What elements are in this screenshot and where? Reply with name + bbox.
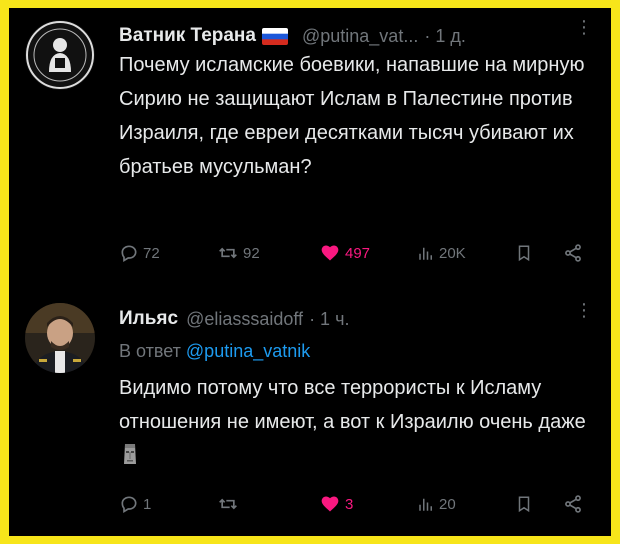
timestamp[interactable]: · 1 ч. <box>309 309 349 330</box>
retweet-count: 92 <box>243 244 260 262</box>
heart-icon <box>321 496 339 512</box>
author-name[interactable]: Ватник Терана <box>119 25 256 47</box>
tweet-header: Ильяс @eliasssaidoff · 1 ч. ⋮ <box>119 301 593 333</box>
moai-icon <box>121 442 139 466</box>
reply-button[interactable]: 1 <box>119 494 151 514</box>
retweet-button[interactable]: 92 <box>217 243 260 263</box>
more-options-icon[interactable]: ⋮ <box>575 301 593 319</box>
view-count: 20K <box>439 244 466 262</box>
share-button[interactable] <box>563 243 583 263</box>
reply-button[interactable]: 72 <box>119 243 160 263</box>
author-handle[interactable]: @eliasssaidoff <box>186 309 303 330</box>
bookmark-button[interactable] <box>515 243 533 263</box>
screenshot-frame: Ватник Терана @putina_vat... · 1 д. ⋮ По… <box>9 8 611 536</box>
reply-count: 1 <box>143 495 152 513</box>
views-chart-icon <box>419 247 432 260</box>
action-bar: 1 3 20 <box>119 489 593 519</box>
like-button[interactable]: 497 <box>319 243 370 263</box>
like-button[interactable]: 3 <box>319 494 353 514</box>
tweet-text-container: Видимо потому что все террористы к Ислам… <box>119 371 593 473</box>
bookmark-icon <box>518 496 530 513</box>
timestamp[interactable]: · 1 д. <box>424 26 466 47</box>
heart-icon <box>321 245 339 261</box>
russian-flag-icon <box>261 27 288 45</box>
tweet-text: Видимо потому что все террористы к Ислам… <box>119 377 586 433</box>
share-button[interactable] <box>563 494 583 514</box>
retweet-icon <box>219 247 237 259</box>
like-count: 497 <box>345 244 371 262</box>
bookmark-icon <box>518 245 530 262</box>
more-options-icon[interactable]: ⋮ <box>575 18 593 36</box>
tweet-reply[interactable]: Ильяс @eliasssaidoff · 1 ч. ⋮ В ответ @p… <box>9 293 611 536</box>
bookmark-button[interactable] <box>515 494 533 514</box>
views-button[interactable]: 20K <box>417 244 466 262</box>
reply-icon <box>121 496 137 513</box>
reply-icon <box>121 245 137 262</box>
tweet-text: Почему исламские боевики, напавшие на ми… <box>119 54 585 178</box>
retweet-icon <box>219 498 237 510</box>
view-count: 20 <box>439 495 456 513</box>
retweet-button[interactable] <box>217 494 243 514</box>
views-button[interactable]: 20 <box>417 495 456 513</box>
tweet-original[interactable]: Ватник Терана @putina_vat... · 1 д. ⋮ По… <box>9 8 611 293</box>
author-handle[interactable]: @putina_vat... <box>302 26 418 47</box>
share-icon <box>565 244 581 262</box>
author-name[interactable]: Ильяс <box>119 308 178 330</box>
reply-prefix: В ответ <box>119 341 181 361</box>
action-bar: 72 92 497 20K <box>119 238 593 268</box>
reply-handle-link[interactable]: @putina_vatnik <box>186 341 310 361</box>
share-icon <box>565 495 581 513</box>
reply-context: В ответ @putina_vatnik <box>119 341 310 362</box>
tweet-header: Ватник Терана @putina_vat... · 1 д. ⋮ <box>119 18 593 50</box>
reply-count: 72 <box>143 244 160 262</box>
avatar[interactable] <box>25 303 95 373</box>
avatar[interactable] <box>25 20 95 90</box>
views-chart-icon <box>419 498 432 511</box>
like-count: 3 <box>345 495 354 513</box>
